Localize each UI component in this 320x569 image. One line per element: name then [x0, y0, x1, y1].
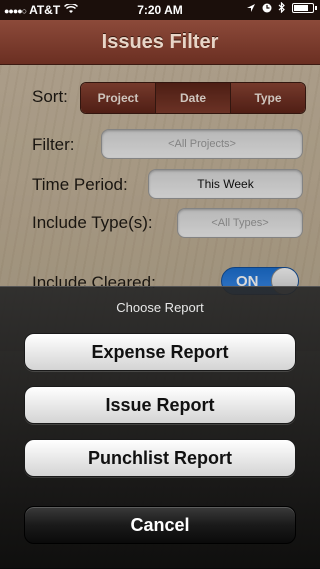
expense-report-button[interactable]: Expense Report [24, 333, 296, 371]
page-title: Issues Filter [101, 31, 219, 53]
location-icon [247, 3, 255, 12]
bluetooth-icon [278, 2, 285, 13]
cancel-button[interactable]: Cancel [24, 506, 296, 544]
issue-report-button[interactable]: Issue Report [24, 386, 296, 424]
action-sheet-title: Choose Report [116, 300, 204, 315]
clock-icon [262, 3, 272, 12]
status-icons [246, 2, 317, 13]
status-bar: ●●●●○ AT&T 7:20 AM [0, 0, 320, 20]
battery-icon [292, 2, 317, 13]
punchlist-report-button[interactable]: Punchlist Report [24, 439, 296, 477]
navigation-bar: Issues Filter [0, 20, 320, 65]
action-sheet: Choose Report Expense Report Issue Repor… [0, 286, 320, 569]
